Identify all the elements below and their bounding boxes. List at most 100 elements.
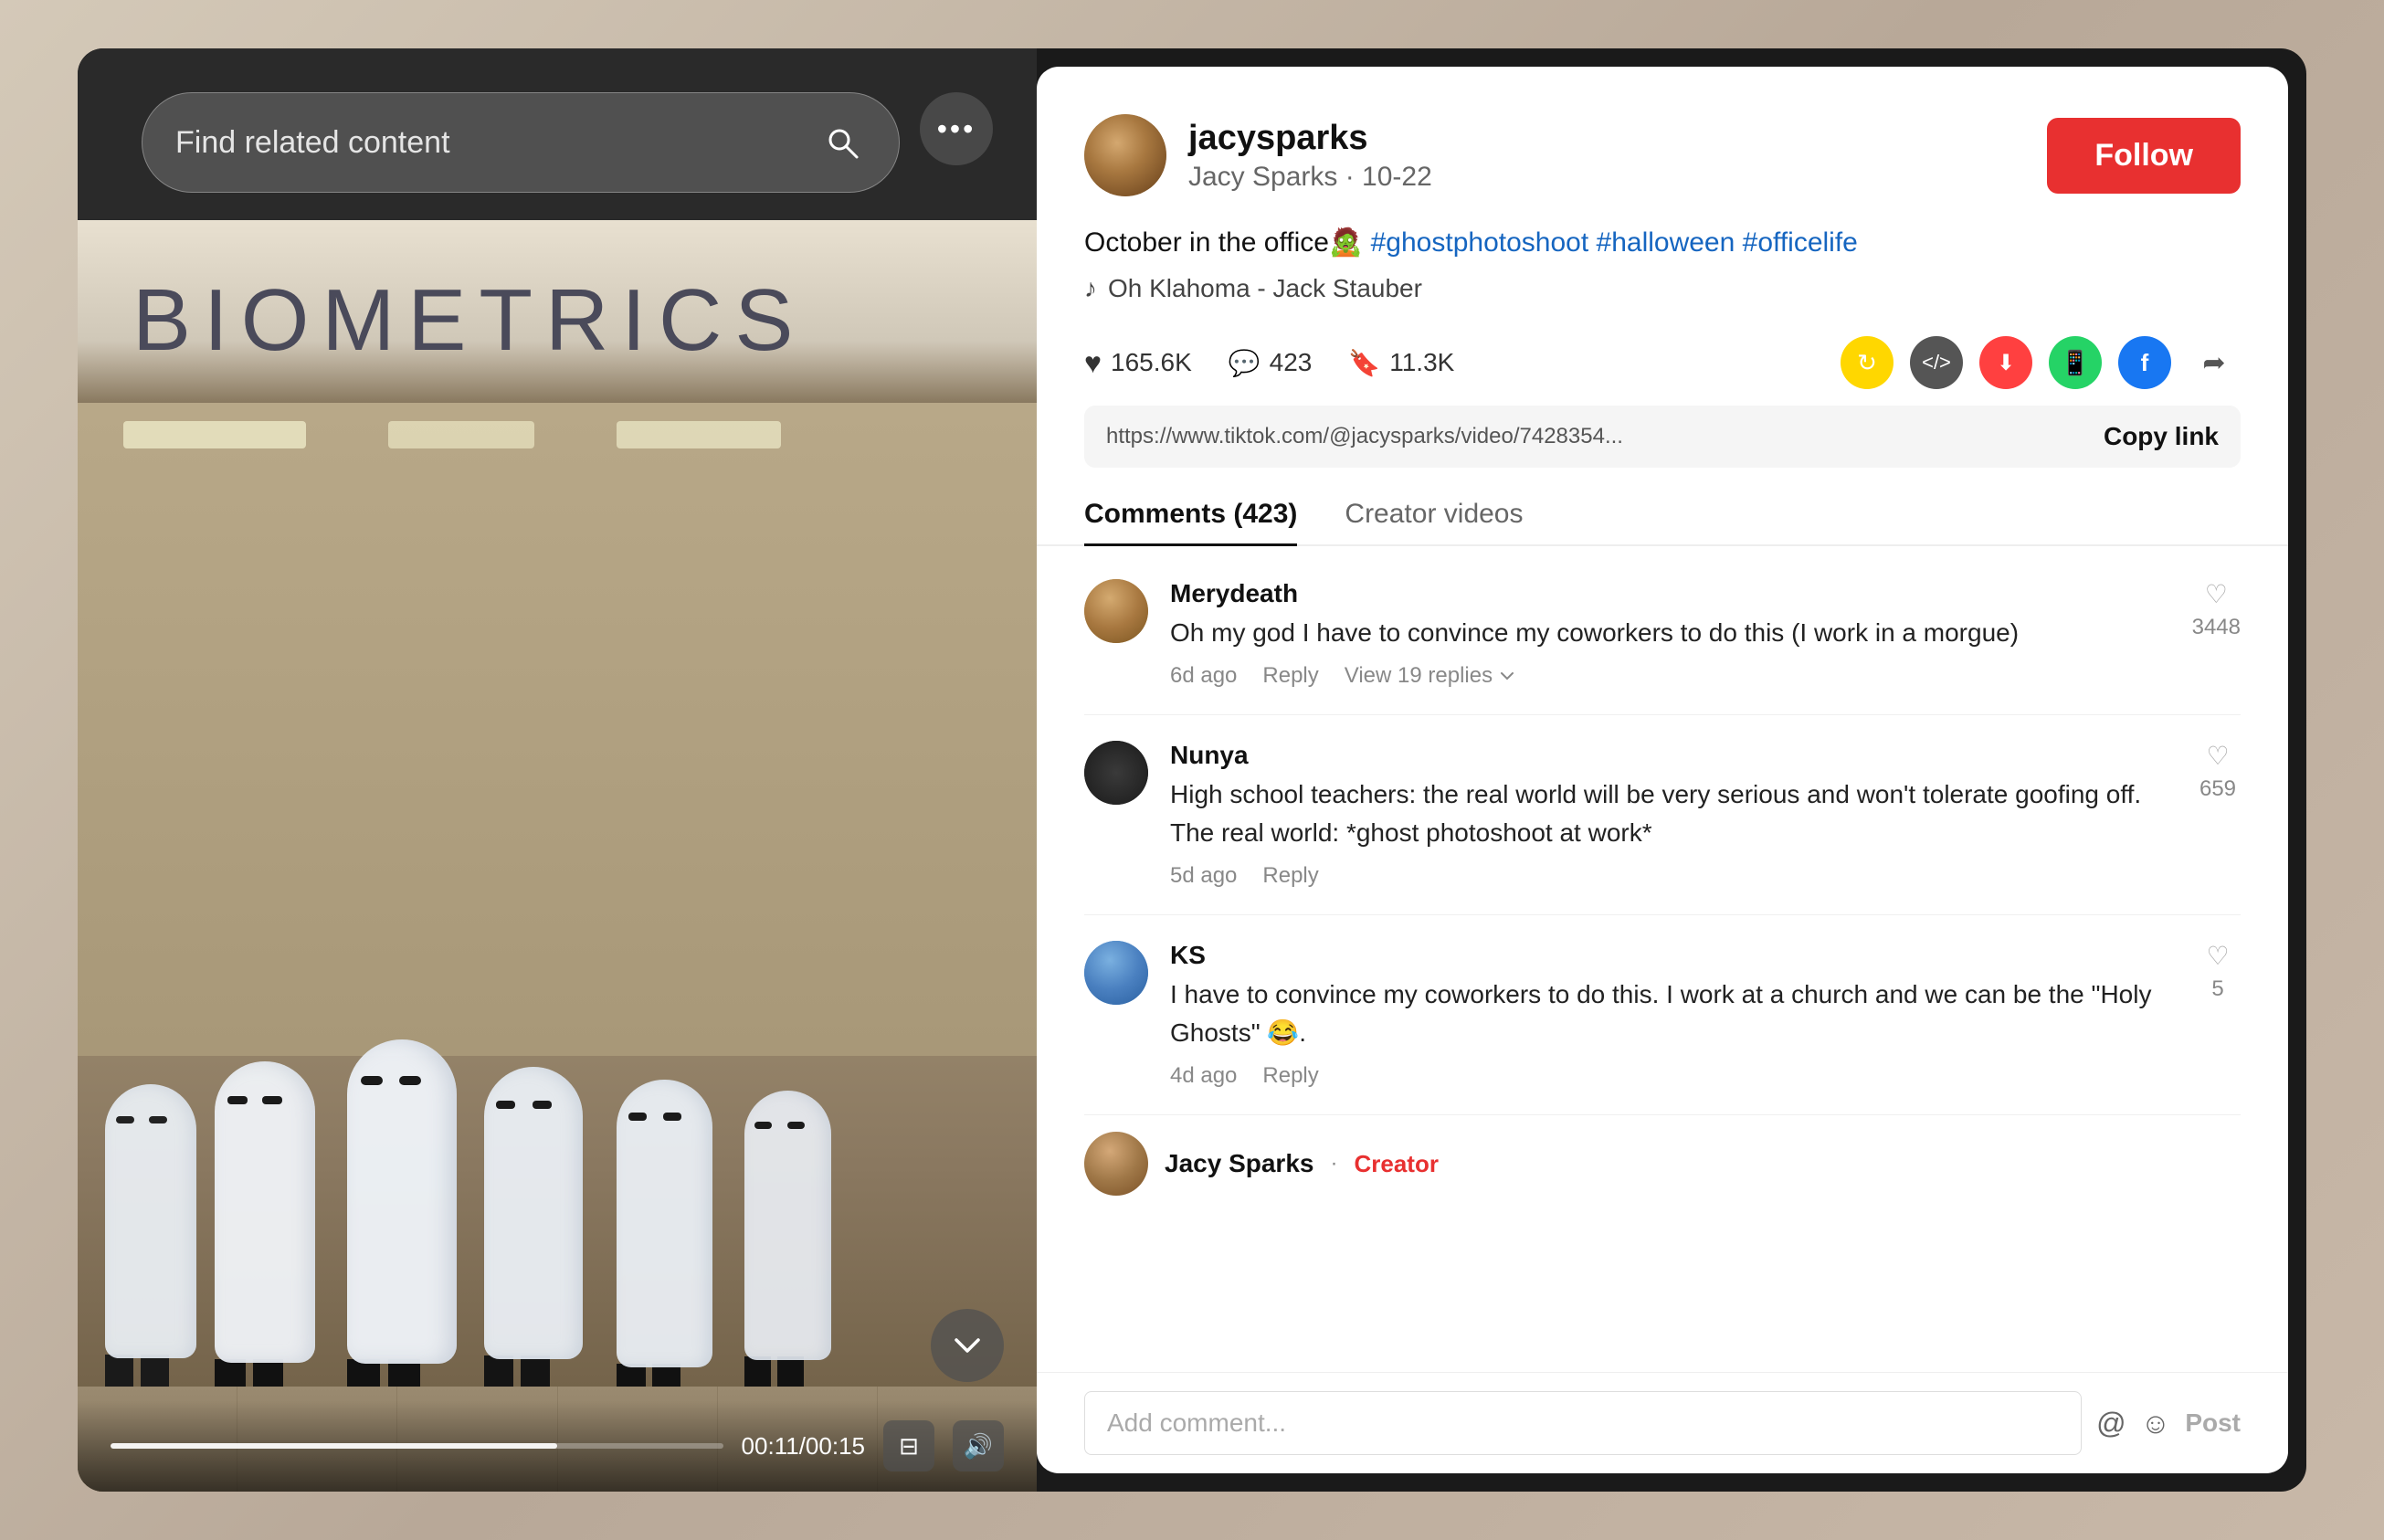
- at-icon: @: [2096, 1407, 2126, 1440]
- repost-button[interactable]: ↻: [1841, 336, 1893, 389]
- search-icon: [824, 124, 860, 161]
- follow-button[interactable]: Follow: [2047, 118, 2241, 194]
- music-title[interactable]: Oh Klahoma - Jack Stauber: [1108, 274, 1422, 303]
- profile-info: jacysparks Jacy Sparks · 10-22: [1188, 119, 2025, 193]
- post-comment-button[interactable]: Post: [2185, 1408, 2241, 1438]
- copy-link-button[interactable]: Copy link: [2104, 422, 2219, 451]
- progress-bar[interactable]: [111, 1443, 723, 1449]
- comment-body-nunya: Nunya High school teachers: the real wor…: [1170, 741, 2173, 889]
- comment-item: Merydeath Oh my god I have to convince m…: [1084, 554, 2241, 715]
- comment-likes-merydeath: ♡ 3448: [2192, 579, 2241, 689]
- comment-username: Merydeath: [1170, 579, 2170, 608]
- hashtag-halloween[interactable]: #halloween: [1597, 227, 1735, 258]
- repost-icon: ↻: [1857, 349, 1877, 377]
- progress-fill: [111, 1443, 557, 1449]
- tabs-row: Comments (423) Creator videos: [1037, 484, 2288, 546]
- creator-name-row: Jacy Sparks · Creator: [1165, 1149, 1439, 1178]
- video-panel: ••• BIOMETRICS: [78, 48, 1037, 1492]
- whatsapp-button[interactable]: 📱: [2049, 336, 2102, 389]
- profile-username: jacysparks: [1188, 119, 2025, 158]
- heart-outline-icon[interactable]: ♡: [2206, 741, 2229, 771]
- ghost-figure-1: [105, 1084, 196, 1391]
- like-stat[interactable]: ♥ 165.6K: [1084, 346, 1192, 380]
- whatsapp-icon: 📱: [2061, 349, 2090, 377]
- reply-button[interactable]: Reply: [1262, 663, 1318, 689]
- search-bar: [142, 92, 900, 193]
- captions-icon: ⊟: [899, 1432, 919, 1461]
- ghost-figure-6: [744, 1091, 831, 1391]
- heart-outline-icon[interactable]: ♡: [2206, 941, 2229, 971]
- comment-avatar-nunya: [1084, 741, 1148, 805]
- like-count: 5: [2211, 976, 2223, 1002]
- creator-dot: ·: [1330, 1151, 1337, 1176]
- emoji-icon: ☺: [2141, 1407, 2171, 1440]
- volume-button[interactable]: 🔊: [953, 1420, 1004, 1471]
- link-url: https://www.tiktok.com/@jacysparks/video…: [1106, 424, 2089, 449]
- comment-body-merydeath: Merydeath Oh my god I have to convince m…: [1170, 579, 2170, 689]
- embed-button[interactable]: </>: [1910, 336, 1963, 389]
- right-panel: jacysparks Jacy Sparks · 10-22 Follow Oc…: [1037, 67, 2288, 1473]
- profile-header: jacysparks Jacy Sparks · 10-22 Follow: [1037, 67, 2288, 222]
- comment-icon: 💬: [1229, 348, 1261, 378]
- facebook-button[interactable]: f: [2118, 336, 2171, 389]
- creator-username: Jacy Sparks: [1165, 1149, 1313, 1178]
- avatar[interactable]: [1084, 114, 1166, 196]
- ceiling-light-3: [617, 421, 781, 448]
- comment-item: KS I have to convince my coworkers to do…: [1084, 915, 2241, 1115]
- search-button[interactable]: [818, 119, 866, 166]
- comment-stat[interactable]: 💬 423: [1229, 348, 1313, 378]
- like-count: 3448: [2192, 615, 2241, 640]
- scroll-down-button[interactable]: [931, 1309, 1004, 1382]
- emoji-button[interactable]: ☺: [2141, 1407, 2171, 1440]
- caption-text: October in the office🧟 #ghostphotoshoot …: [1084, 222, 2241, 263]
- bookmark-icon: 🔖: [1348, 348, 1380, 378]
- comment-username: KS: [1170, 941, 2173, 970]
- comment-text: I have to convince my coworkers to do th…: [1170, 976, 2173, 1052]
- link-bar: https://www.tiktok.com/@jacysparks/video…: [1084, 406, 2241, 468]
- facebook-icon: f: [2141, 349, 2149, 377]
- video-area: BIOMETRICS: [78, 220, 1037, 1492]
- comment-username: Nunya: [1170, 741, 2173, 770]
- comment-time: 4d ago: [1170, 1063, 1237, 1089]
- comment-item: Nunya High school teachers: the real wor…: [1084, 715, 2241, 915]
- comment-likes-ks: ♡ 5: [2195, 941, 2241, 1089]
- volume-icon: 🔊: [964, 1432, 993, 1461]
- like-count: 165.6K: [1111, 348, 1192, 377]
- tab-creator-videos[interactable]: Creator videos: [1345, 484, 1523, 544]
- comment-text: High school teachers: the real world wil…: [1170, 775, 2173, 852]
- comment-input-bar: @ ☺ Post: [1037, 1372, 2288, 1473]
- reply-button[interactable]: Reply: [1262, 863, 1318, 889]
- music-note-icon: ♪: [1084, 274, 1097, 303]
- hashtag-officelife[interactable]: #officelife: [1743, 227, 1858, 258]
- comment-meta: 5d ago Reply: [1170, 863, 2173, 889]
- comment-time: 6d ago: [1170, 663, 1237, 689]
- ghost-figure-3: [347, 1039, 457, 1405]
- tab-comments[interactable]: Comments (423): [1084, 484, 1297, 544]
- view-replies-button[interactable]: View 19 replies: [1345, 663, 1516, 689]
- bookmark-stat[interactable]: 🔖 11.3K: [1348, 348, 1454, 378]
- ghost-figure-2: [215, 1061, 315, 1400]
- embed-icon: </>: [1922, 351, 1951, 374]
- hashtag-ghostphotoshoot[interactable]: #ghostphotoshoot: [1371, 227, 1589, 258]
- download-button[interactable]: ⬇: [1979, 336, 2032, 389]
- biometrics-header: BIOMETRICS: [78, 220, 1037, 421]
- comments-section: Merydeath Oh my god I have to convince m…: [1037, 554, 2288, 1372]
- mention-button[interactable]: @: [2096, 1407, 2126, 1440]
- ghost-scene: [78, 403, 1037, 1492]
- share-button[interactable]: ➦: [2188, 336, 2241, 389]
- more-options-button[interactable]: •••: [920, 92, 993, 165]
- comment-meta: 6d ago Reply View 19 replies: [1170, 663, 2170, 689]
- ghost-figure-5: [617, 1080, 712, 1402]
- heart-outline-icon[interactable]: ♡: [2205, 579, 2228, 609]
- ghost-figure-4: [484, 1067, 583, 1396]
- reply-button[interactable]: Reply: [1262, 1063, 1318, 1089]
- comment-input[interactable]: [1084, 1391, 2082, 1455]
- captions-button[interactable]: ⊟: [883, 1420, 934, 1471]
- wall: [78, 403, 1037, 1056]
- search-input[interactable]: [175, 125, 818, 161]
- creator-avatar: [1084, 1132, 1148, 1196]
- ceiling-light-1: [123, 421, 306, 448]
- chevron-down-small-icon: [1498, 667, 1516, 685]
- chevron-down-icon: [949, 1327, 986, 1364]
- video-timestamp: 00:11/00:15: [742, 1432, 865, 1461]
